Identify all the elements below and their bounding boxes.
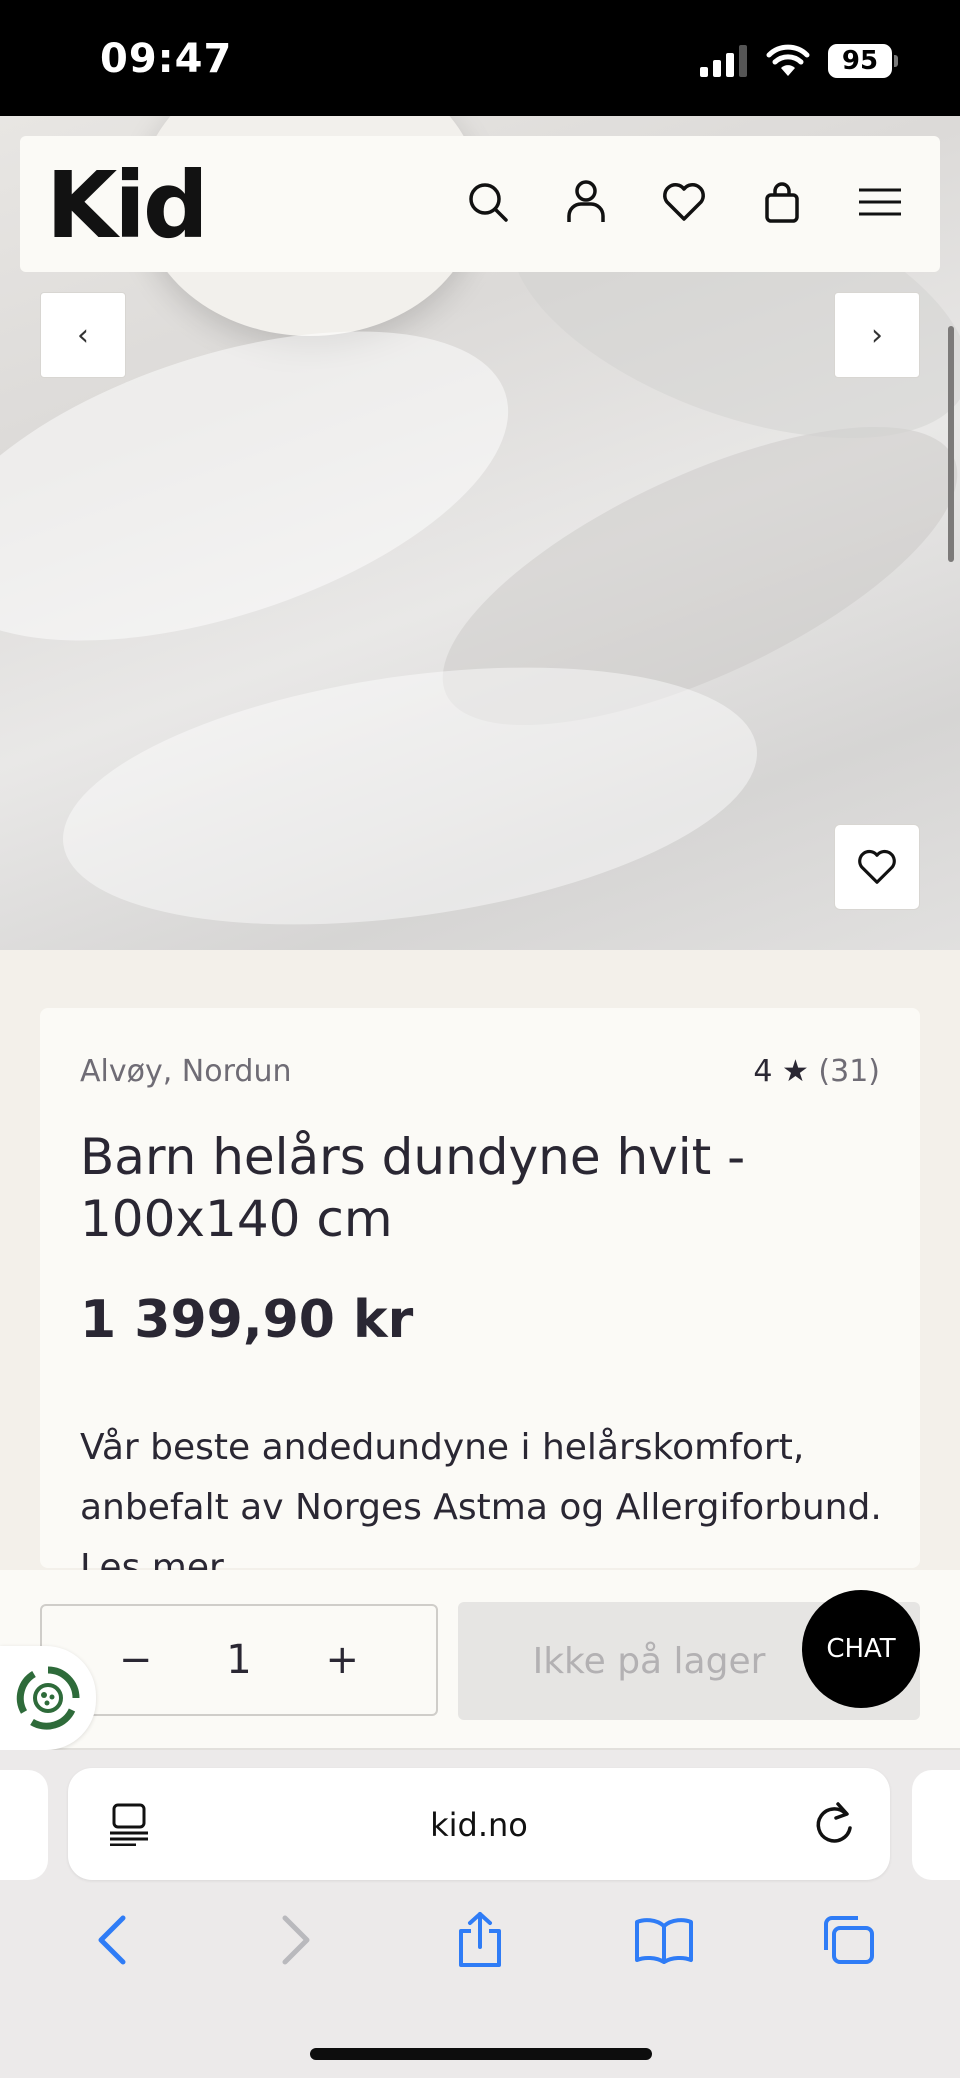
quantity-value[interactable]: 1 xyxy=(226,1637,251,1683)
url-text: kid.no xyxy=(430,1806,528,1844)
quantity-decrease-button[interactable]: − xyxy=(119,1637,153,1683)
product-rating[interactable]: 4 ★ (31) xyxy=(753,1054,880,1089)
product-brand[interactable]: Alvøy, Nordun xyxy=(80,1054,291,1089)
menu-icon[interactable] xyxy=(850,172,910,232)
wishlist-icon[interactable] xyxy=(654,172,714,232)
previous-tab-preview[interactable] xyxy=(0,1770,48,1880)
account-icon[interactable] xyxy=(556,172,616,232)
quantity-stepper: − 1 + xyxy=(40,1604,438,1716)
chevron-left-icon: ‹ xyxy=(77,317,89,353)
bookmarks-button[interactable] xyxy=(624,1900,704,1980)
address-bar[interactable]: kid.no xyxy=(68,1768,890,1880)
description-text: Vår beste andedundyne i helårskomfort, a… xyxy=(80,1427,882,1528)
tabs-button[interactable] xyxy=(808,1900,888,1980)
site-header: Kid xyxy=(20,136,940,272)
star-icon: ★ xyxy=(781,1054,809,1089)
browser-toolbar: kid.no xyxy=(0,1750,960,2078)
reload-icon[interactable] xyxy=(812,1800,856,1850)
header-icons xyxy=(458,172,910,232)
product-info-card: Alvøy, Nordun 4 ★ (31) Barn helårs dundy… xyxy=(40,1008,920,1588)
book-icon xyxy=(635,1918,693,1964)
product-price: 1 399,90 kr xyxy=(80,1290,414,1350)
tabs-icon xyxy=(824,1916,874,1964)
home-indicator xyxy=(310,2048,652,2060)
chevron-right-icon: › xyxy=(871,317,883,353)
battery-indicator: 95 xyxy=(828,44,898,78)
chat-button[interactable]: CHAT xyxy=(802,1590,920,1708)
rating-count: (31) xyxy=(818,1054,880,1089)
carousel-prev-button[interactable]: ‹ xyxy=(40,292,126,378)
status-bar: 09:47 95 xyxy=(0,0,960,116)
wifi-icon xyxy=(766,44,810,76)
page-scrollbar[interactable] xyxy=(948,326,954,562)
forward-button[interactable] xyxy=(256,1900,336,1980)
product-title: Barn helårs dundyne hvit - 100x140 cm xyxy=(80,1128,746,1248)
battery-level: 95 xyxy=(828,44,892,78)
quantity-increase-button[interactable]: + xyxy=(326,1637,360,1683)
next-tab-preview[interactable] xyxy=(912,1770,960,1880)
recycle-icon xyxy=(16,1666,80,1730)
share-icon xyxy=(459,1912,501,1967)
status-time: 09:47 xyxy=(100,36,233,82)
site-logo[interactable]: Kid xyxy=(46,152,209,259)
chevron-left-icon xyxy=(98,1915,126,1965)
back-button[interactable] xyxy=(72,1900,152,1980)
recycle-badge[interactable] xyxy=(0,1646,96,1750)
browser-nav xyxy=(0,1900,960,1980)
share-button[interactable] xyxy=(440,1900,520,1980)
heart-icon xyxy=(858,850,896,884)
status-icons: 95 xyxy=(700,44,898,78)
cart-icon[interactable] xyxy=(752,172,812,232)
carousel-next-button[interactable]: › xyxy=(834,292,920,378)
signal-icon xyxy=(700,45,747,77)
battery-tip xyxy=(894,55,898,67)
rating-value: 4 xyxy=(753,1054,773,1089)
search-icon[interactable] xyxy=(458,172,518,232)
add-to-wishlist-button[interactable] xyxy=(834,824,920,910)
chevron-right-icon xyxy=(282,1915,310,1965)
